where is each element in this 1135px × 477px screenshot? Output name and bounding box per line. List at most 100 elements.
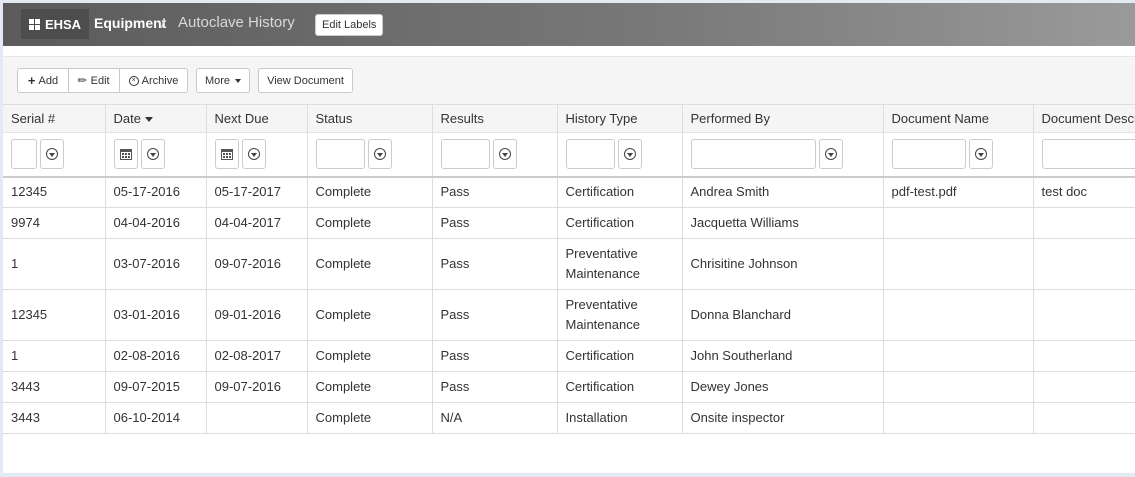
cell-document-name (883, 238, 1034, 290)
filter-cell-document-name (883, 132, 1034, 178)
cell-document-name: pdf-test.pdf (883, 176, 1034, 208)
plus-icon: + (27, 73, 36, 88)
next-due-filter-button[interactable] (241, 139, 266, 170)
cell-performed-by: Chrisitine Johnson (682, 238, 884, 290)
cell-history-type: Certification (557, 176, 683, 208)
cell-date: 03-07-2016 (105, 238, 207, 290)
toolbar: + Add ✎ Edit × Archive More View Documen… (3, 56, 1135, 105)
brand-button[interactable]: EHSA (21, 9, 89, 39)
cell-status: Complete (307, 371, 433, 403)
cell-next-due: 09-07-2016 (206, 371, 308, 403)
cell-date: 05-17-2016 (105, 176, 207, 208)
edit-button[interactable]: ✎ Edit (68, 68, 120, 93)
cell-next-due: 04-04-2017 (206, 207, 308, 239)
calendar-icon (119, 148, 132, 160)
cell-document-description (1033, 340, 1135, 372)
more-dropdown-button[interactable]: More (196, 68, 250, 93)
cell-serial: 3443 (3, 371, 106, 403)
cell-document-name (883, 371, 1034, 403)
table-row[interactable]: 9974 04-04-2016 04-04-2017 Complete Pass… (3, 207, 1135, 239)
top-header: EHSA Equipment / Autoclave History Edit … (3, 3, 1135, 46)
next-due-calendar-button[interactable] (214, 139, 239, 170)
header-row: Serial # Date Next Due Status Results Hi… (3, 104, 1135, 133)
cell-next-due: 09-07-2016 (206, 238, 308, 290)
performed-by-filter-input[interactable] (690, 139, 816, 170)
pencil-icon: ✎ (75, 73, 91, 89)
table-row[interactable]: 3443 06-10-2014 Complete N/A Installatio… (3, 402, 1135, 434)
filter-cell-next-due (206, 132, 308, 178)
breadcrumb-equipment[interactable]: Equipment (94, 15, 166, 31)
results-filter-button[interactable] (492, 139, 517, 170)
col-header-document-description[interactable]: Document Description (1033, 104, 1135, 133)
cell-next-due (206, 402, 308, 434)
table-row[interactable]: 12345 05-17-2016 05-17-2017 Complete Pas… (3, 176, 1135, 208)
cell-results: Pass (432, 176, 558, 208)
cell-history-type: Certification (557, 340, 683, 372)
cell-results: Pass (432, 340, 558, 372)
cell-history-type: Preventative Maintenance (557, 238, 683, 290)
document-description-filter-input[interactable] (1041, 139, 1135, 170)
cell-performed-by: Jacquetta Williams (682, 207, 884, 239)
cell-results: Pass (432, 289, 558, 341)
cell-date: 09-07-2015 (105, 371, 207, 403)
cell-serial: 1 (3, 238, 106, 290)
col-header-history-type[interactable]: History Type (557, 104, 683, 133)
col-header-serial[interactable]: Serial # (3, 104, 106, 133)
col-header-status[interactable]: Status (307, 104, 433, 133)
page-title: Autoclave History (178, 14, 295, 31)
cell-document-description: test doc (1033, 176, 1135, 208)
more-label: More (204, 74, 231, 87)
table-row[interactable]: 3443 09-07-2015 09-07-2016 Complete Pass… (3, 371, 1135, 403)
cell-document-description (1033, 371, 1135, 403)
col-header-document-name[interactable]: Document Name (883, 104, 1034, 133)
col-header-results[interactable]: Results (432, 104, 558, 133)
history-type-filter-button[interactable] (617, 139, 642, 170)
col-header-performed-by[interactable]: Performed By (682, 104, 884, 133)
filter-cell-date (105, 132, 207, 178)
cell-performed-by: Andrea Smith (682, 176, 884, 208)
status-filter-input[interactable] (315, 139, 365, 170)
cell-performed-by: Onsite inspector (682, 402, 884, 434)
serial-filter-input[interactable] (11, 139, 37, 170)
archive-icon: × (128, 75, 139, 86)
serial-filter-button[interactable] (40, 139, 64, 170)
sort-desc-icon (144, 117, 153, 123)
results-filter-input[interactable] (440, 139, 490, 170)
history-table: Serial # Date Next Due Status Results Hi… (3, 104, 1135, 434)
document-name-filter-input[interactable] (891, 139, 966, 170)
cell-document-description (1033, 402, 1135, 434)
filter-icon (498, 148, 511, 161)
cell-history-type: Certification (557, 371, 683, 403)
cell-document-name (883, 340, 1034, 372)
add-label: Add (38, 74, 59, 87)
col-header-date[interactable]: Date (105, 104, 207, 133)
cell-document-name (883, 207, 1034, 239)
archive-button[interactable]: × Archive (119, 68, 188, 93)
history-type-filter-input[interactable] (565, 139, 615, 170)
date-calendar-button[interactable] (113, 139, 138, 170)
table-row[interactable]: 12345 03-01-2016 09-01-2016 Complete Pas… (3, 289, 1135, 341)
status-filter-button[interactable] (367, 139, 392, 170)
table-row[interactable]: 1 02-08-2016 02-08-2017 Complete Pass Ce… (3, 340, 1135, 372)
date-filter-button[interactable] (140, 139, 165, 170)
cell-status: Complete (307, 176, 433, 208)
cell-results: N/A (432, 402, 558, 434)
app-frame: EHSA Equipment / Autoclave History Edit … (3, 3, 1135, 473)
cell-document-name (883, 402, 1034, 434)
filter-row (3, 132, 1135, 178)
cell-date: 02-08-2016 (105, 340, 207, 372)
col-header-next-due[interactable]: Next Due (206, 104, 308, 133)
add-button[interactable]: + Add (17, 68, 69, 93)
edit-labels-button[interactable]: Edit Labels (315, 14, 384, 36)
document-name-filter-button[interactable] (968, 139, 993, 170)
breadcrumb-separator: / (161, 15, 165, 31)
view-document-label: View Document (267, 74, 344, 87)
table-row[interactable]: 1 03-07-2016 09-07-2016 Complete Pass Pr… (3, 238, 1135, 290)
filter-cell-document-description (1033, 132, 1135, 178)
performed-by-filter-button[interactable] (818, 139, 843, 170)
view-document-button[interactable]: View Document (258, 68, 353, 93)
cell-performed-by: Donna Blanchard (682, 289, 884, 341)
filter-cell-serial (3, 132, 106, 178)
cell-results: Pass (432, 371, 558, 403)
cell-next-due: 02-08-2017 (206, 340, 308, 372)
